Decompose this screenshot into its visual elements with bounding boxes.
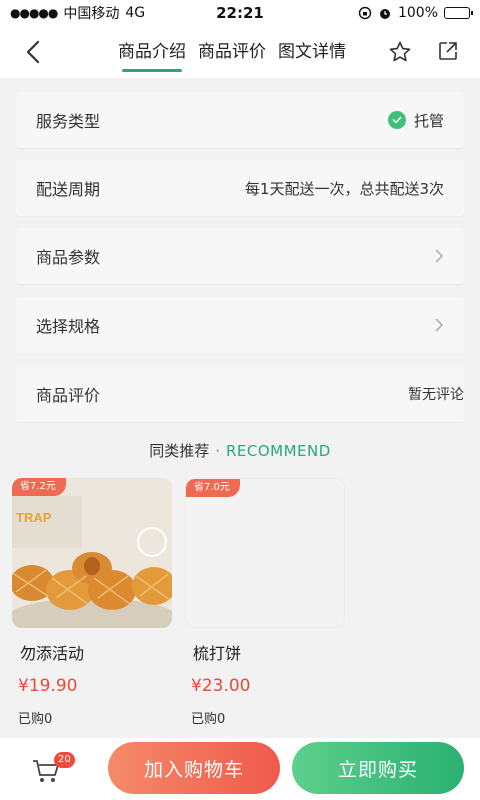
star-icon[interactable] [388, 40, 412, 64]
product-price: ¥19.90 [18, 676, 78, 696]
status-bar: ●●●●● 中国移动 4G 22:21 100% [0, 0, 480, 26]
battery-percent: 100% [397, 5, 438, 21]
recommend-title-en: RECOMMEND [225, 442, 331, 460]
no-review-text: 暂无评论 [408, 387, 464, 403]
bread-image: TRAP [12, 478, 172, 628]
buy-now-button[interactable]: 立即购买 [292, 742, 464, 794]
product-price: ¥23.00 [191, 676, 251, 696]
status-right: 100% [300, 5, 473, 21]
chevron-right-icon [435, 318, 444, 332]
recommend-card[interactable]: TRAP 省7.2元 勿添活动 ¥19.90 已购0 [12, 478, 172, 727]
signal-strength-icon: ●●●●● [10, 6, 58, 20]
product-review-row[interactable]: 商品评价 暂无评论 [16, 366, 464, 422]
recommend-card[interactable]: 省7.0元 梳打饼 ¥23.00 已购0 [185, 478, 345, 727]
tab-list: 商品介绍 商品评价 图文详情 [118, 26, 346, 78]
delivery-cycle-value: 每1天配送一次，总共配送3次 [244, 179, 444, 198]
row-label: 商品评价 [36, 386, 101, 405]
chevron-right-icon [435, 249, 444, 263]
nav-bar: 商品介绍 商品评价 图文详情 [0, 26, 480, 78]
product-name: 梳打饼 [193, 644, 242, 663]
row-value: 托管 [387, 110, 444, 131]
product-image[interactable]: TRAP 省7.2元 [12, 478, 172, 628]
delivery-cycle-row: 配送周期 每1天配送一次，总共配送3次 [16, 160, 464, 216]
sold-count: 已购0 [18, 712, 53, 727]
product-image[interactable]: 省7.0元 [185, 478, 345, 628]
alarm-icon [379, 9, 390, 19]
image-brand-text: TRAP [16, 510, 52, 525]
row-label: 服务类型 [36, 112, 101, 131]
recommend-title: 同类推荐 · RECOMMEND [0, 440, 480, 461]
recommend-title-cn: 同类推荐 [149, 442, 210, 460]
discount-badge: 省7.2元 [12, 478, 66, 496]
status-left: ●●●●● 中国移动 4G [10, 3, 180, 23]
add-to-cart-button[interactable]: 加入购物车 [108, 742, 280, 794]
cart-count-badge: 20 [54, 752, 75, 768]
row-label: 商品参数 [36, 248, 101, 267]
tab-product-intro[interactable]: 商品介绍 [118, 26, 186, 78]
dot-separator: · [215, 442, 220, 460]
back-icon[interactable] [22, 38, 46, 66]
service-type-value: 托管 [413, 111, 444, 130]
sold-count: 已购0 [191, 712, 226, 727]
check-icon [387, 111, 406, 129]
network-type: 4G [125, 5, 146, 21]
status-time: 22:21 [216, 4, 264, 22]
tab-product-reviews[interactable]: 商品评价 [198, 26, 266, 78]
select-spec-row[interactable]: 选择规格 [16, 297, 464, 353]
bottom-action-bar: 20 加入购物车 立即购买 [0, 738, 480, 800]
tab-detail[interactable]: 图文详情 [278, 26, 346, 78]
product-params-row[interactable]: 商品参数 [16, 228, 464, 284]
rotation-lock-icon [358, 6, 372, 20]
service-type-row: 服务类型 托管 [16, 92, 464, 148]
product-name: 勿添活动 [20, 644, 85, 663]
row-label: 配送周期 [36, 180, 101, 199]
share-icon[interactable] [437, 40, 459, 62]
discount-badge: 省7.0元 [186, 479, 240, 497]
carrier-name: 中国移动 [63, 6, 120, 22]
battery-icon [444, 7, 473, 19]
row-label: 选择规格 [36, 317, 101, 336]
